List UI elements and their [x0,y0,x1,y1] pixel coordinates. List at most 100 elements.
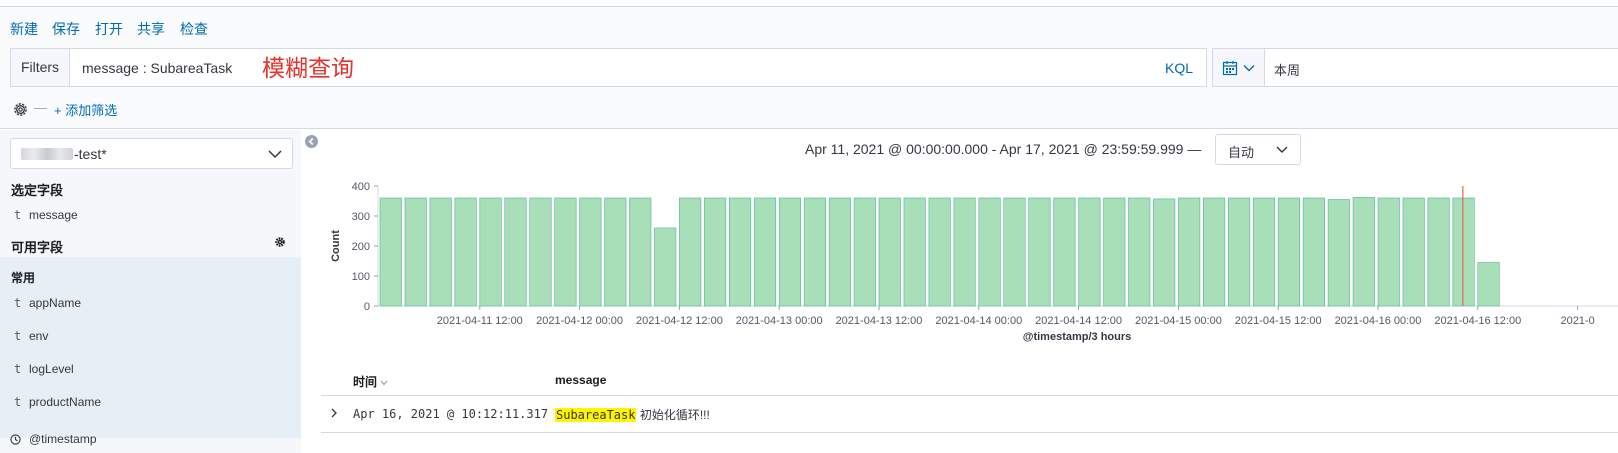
string-type-icon: t [14,362,22,376]
index-pattern-label: -test* [74,146,107,162]
histogram-bar [1128,197,1151,307]
y-tick-label: 0 [364,301,370,313]
histogram-bar [379,197,402,307]
y-tick-label: 200 [352,241,370,253]
field-name: @timestamp [29,432,97,446]
field-item-env[interactable]: t env [0,320,301,353]
chevron-left-icon [308,137,314,146]
time-range-label: Apr 11, 2021 @ 00:00:00.000 - Apr 17, 20… [805,141,1202,157]
add-filter-button[interactable]: + 添加筛选 [54,100,117,119]
chevron-down-icon [268,150,282,159]
histogram-bar [454,197,477,307]
date-picker[interactable]: 本周 [1212,48,1618,87]
index-pattern-redacted [21,148,73,160]
histogram-bar [928,197,951,307]
available-fields-heading: 可用字段 [11,240,64,255]
x-tick-label: 2021-04-15 12:00 [1235,315,1322,327]
x-tick-label: 2021-04-16 00:00 [1335,315,1422,327]
histogram-bar [903,197,926,307]
histogram-bar [1103,197,1126,307]
kql-button[interactable]: KQL [1165,60,1193,76]
histogram-bar [853,197,876,307]
histogram-bar [803,197,826,307]
string-type-icon: t [14,296,22,310]
popular-fields-section: 常用 t appName t env t logLevel t productN… [0,257,301,438]
field-name: env [29,329,49,343]
row-timestamp: Apr 16, 2021 @ 10:12:11.317 [353,407,549,421]
table-header: 时间 message [321,366,1618,396]
x-tick-label: 2021-0 [1560,315,1594,327]
histogram-bar [778,197,802,307]
column-header-time[interactable]: 时间 [353,373,388,390]
x-tick-label: 2021-04-11 12:00 [437,315,523,327]
y-axis-title: Count [330,230,342,262]
histogram-bar [554,197,577,307]
date-quick-menu-button[interactable] [1213,49,1265,86]
x-tick-label: 2021-04-12 12:00 [636,315,723,327]
histogram-bar [1477,262,1500,307]
histogram-bar [1377,197,1400,307]
filters-button[interactable]: Filters [11,49,70,86]
histogram-bar [878,197,901,307]
histogram-bar [978,197,1001,307]
field-item-message[interactable]: t message [0,199,301,232]
chevron-down-icon [1243,65,1255,72]
share-button[interactable]: 共享 [137,19,165,39]
query-bar: Filters message : SubareaTask 模糊查询 KQL 本… [0,47,1618,89]
annotation-label: 模糊查询 [262,56,354,82]
histogram-bar [1402,197,1425,307]
histogram-bar [579,197,602,307]
field-name: appName [29,296,82,310]
column-header-message[interactable]: message [555,373,606,387]
histogram-bar [529,197,552,307]
row-message: SubareaTask 初始化循环!!! [555,406,710,423]
interval-select[interactable]: 自动 [1215,134,1301,165]
chevron-right-icon[interactable] [329,408,339,418]
histogram-bar [679,197,702,307]
field-item-timestamp[interactable]: @timestamp [0,423,301,453]
chevron-down-icon [1276,146,1288,153]
histogram-bar [629,197,652,307]
gear-icon[interactable] [12,101,29,118]
selected-fields-heading: 选定字段 [11,183,64,198]
date-range-value[interactable]: 本周 [1274,60,1300,79]
y-tick-label: 400 [352,181,370,193]
new-button[interactable]: 新建 [10,19,38,39]
histogram-bar [404,197,427,307]
filter-bar: — + 添加筛选 [0,89,1618,129]
field-item-loglevel[interactable]: t logLevel [0,353,301,386]
histogram-bar [1252,197,1276,307]
histogram-bar [429,197,452,307]
histogram-bar [1277,197,1301,307]
inspect-button[interactable]: 检查 [180,19,208,39]
query-input[interactable]: message : SubareaTask [82,60,232,76]
clock-icon [10,434,21,445]
string-type-icon: t [14,329,22,343]
histogram-bar [479,197,502,307]
gear-icon[interactable] [275,237,285,247]
top-nav: 新建 保存 打开 共享 检查 [0,7,1618,47]
histogram-bar [1178,197,1201,307]
x-tick-label: 2021-04-13 00:00 [736,315,823,327]
histogram-bar [828,197,851,307]
histogram-bar [654,227,677,307]
calendar-icon [1222,61,1238,76]
field-item-appname[interactable]: t appName [0,287,301,320]
histogram-bar [1028,197,1051,307]
histogram-bar [1227,197,1251,307]
histogram-bar [953,197,976,307]
histogram-bar [1452,197,1475,307]
x-tick-label: 2021-04-12 00:00 [536,315,623,327]
histogram-bar [1153,198,1176,307]
collapse-sidebar-button[interactable] [305,135,318,148]
open-button[interactable]: 打开 [95,19,123,39]
field-sidebar: -test* 选定字段 t message 可用字段 常用 t appName … [0,130,301,453]
filter-separator: — [34,100,47,115]
save-button[interactable]: 保存 [52,19,80,39]
y-tick-label: 100 [352,271,370,283]
query-input-box[interactable]: Filters message : SubareaTask 模糊查询 KQL [10,48,1207,87]
index-pattern-select[interactable]: -test* [10,138,293,169]
histogram-bar [1078,197,1101,307]
field-item-productname[interactable]: t productName [0,386,301,419]
popular-fields-label: 常用 [11,271,36,285]
